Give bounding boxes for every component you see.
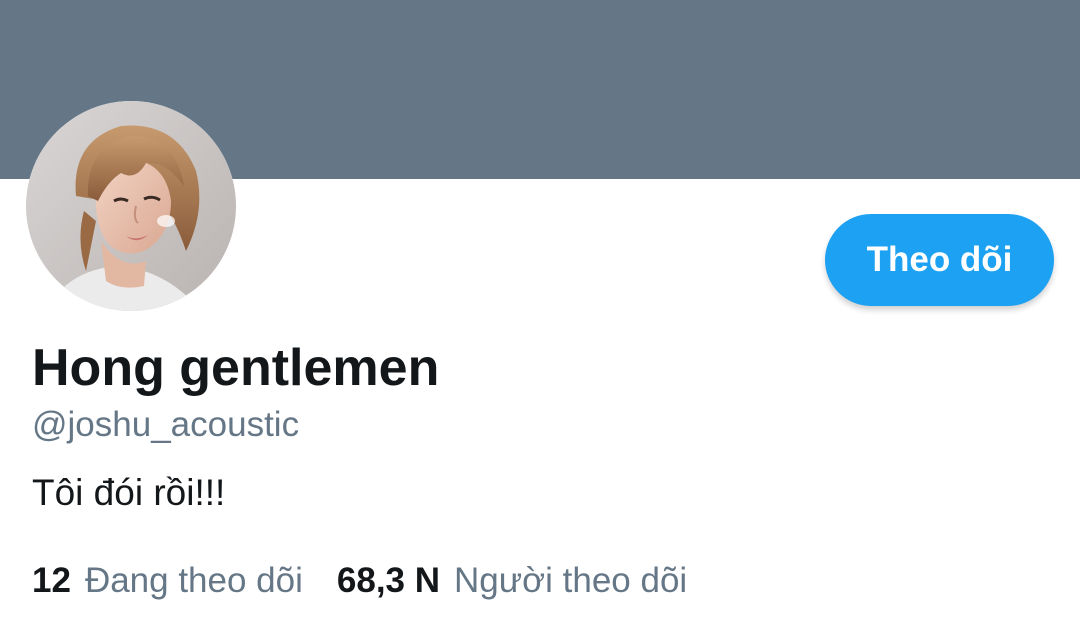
- followers-count: 68,3 N: [336, 561, 441, 600]
- following-label: Đang theo dõi: [84, 561, 303, 600]
- following-count: 12: [32, 561, 71, 600]
- profile-avatar[interactable]: [26, 101, 236, 311]
- profile-page: Theo dõi Hong gentlemen @joshu_acoustic …: [0, 0, 1080, 641]
- profile-display-name: Hong gentlemen: [32, 339, 440, 397]
- followers-label: Người theo dõi: [454, 561, 688, 600]
- following-stat-link[interactable]: 12 Đang theo dõi: [32, 561, 303, 601]
- followers-stat-link[interactable]: 68,3 N Người theo dõi: [337, 561, 687, 601]
- profile-handle: @joshu_acoustic: [32, 405, 300, 444]
- avatar-photo-icon: [26, 101, 236, 311]
- profile-stats: 12 Đang theo dõi 68,3 N Người theo dõi: [32, 561, 687, 601]
- follow-button[interactable]: Theo dõi: [825, 214, 1054, 306]
- profile-bio: Tôi đói rồi!!!: [32, 472, 226, 513]
